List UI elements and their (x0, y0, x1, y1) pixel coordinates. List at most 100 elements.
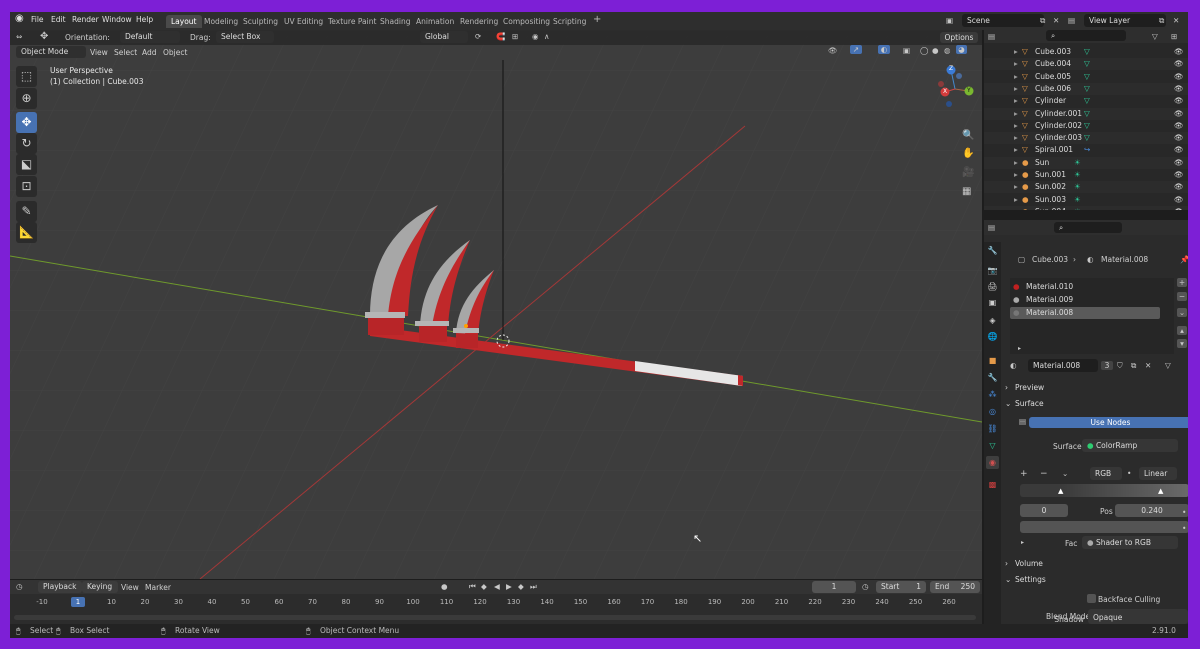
expand-icon[interactable]: ▸ (1014, 144, 1018, 156)
section-settings[interactable]: ⌄ Settings (1001, 572, 1188, 587)
eye-icon[interactable]: 👁 (1174, 46, 1184, 58)
outliner-item-name[interactable]: Cylinder.002 (1035, 120, 1082, 132)
expand-icon[interactable]: ▸ (1014, 71, 1018, 83)
camera-view-icon[interactable]: 🎥 (962, 167, 974, 178)
navigation-gizmo[interactable] (935, 64, 980, 114)
tab-uv-editing[interactable]: UV Editing (279, 15, 328, 28)
expand-icon[interactable]: ▸ (1014, 58, 1018, 70)
material-slot-010[interactable]: ● Material.010 (1010, 281, 1160, 293)
mesh-data-icon[interactable]: ▽ (1084, 58, 1090, 70)
mesh-data-icon[interactable]: ▽ (1084, 108, 1090, 120)
view-layer-field[interactable]: View Layer (1084, 14, 1166, 27)
slot-specials-icon[interactable]: ⌄ (1177, 308, 1187, 317)
data-tab-icon[interactable]: ▽ (986, 439, 999, 452)
eye-icon[interactable]: 👁 (1174, 83, 1184, 95)
snap-target-icon[interactable]: ⊞ (512, 32, 518, 41)
tab-texture-paint[interactable]: Texture Paint (323, 15, 381, 28)
material-slot-009[interactable]: ● Material.009 (1010, 294, 1160, 306)
eye-icon[interactable]: 👁 (1174, 181, 1184, 193)
jump-start-icon[interactable]: ⏮ (469, 582, 476, 592)
keying-menu[interactable]: Keying (82, 581, 118, 593)
tab-compositing[interactable]: Compositing (498, 15, 555, 28)
add-slot-icon[interactable]: + (1177, 278, 1187, 287)
section-volume[interactable]: › Volume (1001, 556, 1188, 571)
outliner-row[interactable]: ▸ ▽ Cylinder.001 ▽ 👁 (984, 107, 1188, 120)
copy-view-layer-icon[interactable]: ⧉ (1159, 16, 1164, 26)
tool-tab-icon[interactable]: 🔧 (986, 244, 999, 257)
next-keyframe-icon[interactable]: ◆ (518, 582, 524, 591)
render-tab-icon[interactable]: 📷 (986, 264, 999, 277)
jump-end-icon[interactable]: ⏭ (530, 582, 537, 592)
add-workspace-button[interactable]: + (588, 13, 606, 26)
rendered-shading-icon[interactable]: ◕ (956, 45, 967, 54)
color-ramp-bar[interactable]: ▲ ▲ (1020, 484, 1188, 497)
delete-scene-icon[interactable]: ✕ (1053, 16, 1059, 25)
scene-tab-icon[interactable]: ◈ (986, 314, 999, 327)
keyframe-dot-icon[interactable]: • (1182, 524, 1186, 533)
options-button[interactable]: Options (940, 32, 978, 43)
tab-rendering[interactable]: Rendering (455, 15, 503, 28)
outliner-item-name[interactable]: Sun.003 (1035, 194, 1066, 206)
view-layer-tab-icon[interactable]: ▣ (986, 296, 999, 309)
rotate-tool[interactable]: ↻ (16, 133, 37, 154)
outliner-row[interactable]: ▸ ▽ Cube.004 ▽ 👁 (984, 58, 1188, 71)
marker-menu[interactable]: Marker (145, 583, 171, 592)
ramp-menu-icon[interactable]: ⌄ (1062, 469, 1068, 478)
menu-view[interactable]: View (90, 48, 108, 57)
timeline-scrollbar[interactable] (14, 615, 976, 620)
expand-icon[interactable]: ▸ (1014, 194, 1018, 206)
duplicate-material-icon[interactable]: ⧉ (1131, 361, 1136, 371)
expand-icon[interactable]: ▸ (1014, 169, 1018, 181)
output-tab-icon[interactable]: 🖨 (986, 280, 999, 293)
particles-tab-icon[interactable]: ⁂ (986, 388, 999, 401)
outliner-item-name[interactable]: Sun (1035, 157, 1049, 169)
modifiers-tab-icon[interactable]: 🔧 (986, 371, 999, 384)
expand-icon[interactable]: ▸ (1014, 46, 1018, 58)
timeline[interactable]: ◷ Playback Keying View Marker ● ⏮ ◆ ◀ ▶ … (10, 580, 982, 624)
eye-icon[interactable]: 👁 (1174, 58, 1184, 70)
material-tab-icon[interactable]: ◉ (986, 456, 999, 469)
object-tab-icon[interactable]: ■ (986, 354, 999, 367)
properties-search-input[interactable]: ⌕ (1054, 222, 1122, 233)
menu-edit[interactable]: Edit (51, 15, 66, 24)
expand-icon[interactable]: ▸ (1014, 157, 1018, 169)
outliner-item-name[interactable]: Cylinder.003 (1035, 132, 1082, 144)
xray-icon[interactable]: ▣ (903, 46, 910, 55)
gizmo-toggle-icon[interactable]: ↗ (850, 45, 862, 54)
orientation-dropdown[interactable]: Default (120, 31, 180, 43)
outliner-item-name[interactable]: Cube.004 (1035, 58, 1071, 70)
ramp-stop-0-icon[interactable]: ▲ (1058, 487, 1063, 495)
overlay-toggle-icon[interactable]: ◐ (878, 45, 890, 54)
snap-icon[interactable]: 🧲 (496, 32, 505, 41)
menu-select[interactable]: Select (114, 48, 137, 57)
filter-icon[interactable]: ▽ (1152, 32, 1158, 41)
move-tool[interactable]: ✥ (16, 112, 37, 133)
constraints-tab-icon[interactable]: ⛓ (986, 422, 999, 435)
ramp-stop-1-icon[interactable]: ▲ (1158, 487, 1163, 495)
mesh-data-icon[interactable]: ▽ (1084, 95, 1090, 107)
end-frame-field[interactable]: End 250 (930, 581, 980, 593)
browse-material-icon[interactable]: ◐ (1010, 361, 1017, 370)
measure-tool[interactable]: 📐 (16, 222, 37, 243)
expand-icon[interactable]: ▸ (1014, 95, 1018, 107)
mesh-data-icon[interactable]: ▽ (1084, 120, 1090, 132)
pivot-icon[interactable]: ⟳ (475, 32, 481, 41)
3d-viewport[interactable]: ⇔ ✥ Orientation: Default Drag: Select Bo… (10, 30, 982, 579)
wireframe-shading-icon[interactable]: ◯ (920, 46, 928, 55)
remove-slot-icon[interactable]: − (1177, 292, 1187, 301)
fac-input-field[interactable]: ● Shader to RGB (1082, 536, 1178, 549)
scale-tool[interactable]: ⬕ (16, 154, 37, 175)
material-slot-008[interactable]: ● Material.008 (1010, 307, 1160, 319)
menu-help[interactable]: Help (136, 15, 153, 24)
use-nodes-button[interactable]: Use Nodes (1029, 417, 1188, 428)
outliner-row[interactable]: ▸ ▽ Cube.006 ▽ 👁 (984, 82, 1188, 95)
mesh-data-icon[interactable]: ▽ (1084, 46, 1090, 58)
annotate-tool[interactable]: ✎ (16, 201, 37, 222)
texture-tab-icon[interactable]: ▩ (986, 478, 999, 491)
new-collection-icon[interactable]: ⊞ (1171, 32, 1177, 41)
perspective-grid-icon[interactable]: ▦ (962, 186, 971, 197)
delete-view-layer-icon[interactable]: ✕ (1173, 16, 1179, 25)
remove-stop-button[interactable]: − (1040, 469, 1048, 479)
outliner-editor-icon[interactable]: ▤ (988, 32, 995, 41)
record-icon[interactable]: ● (441, 582, 448, 591)
